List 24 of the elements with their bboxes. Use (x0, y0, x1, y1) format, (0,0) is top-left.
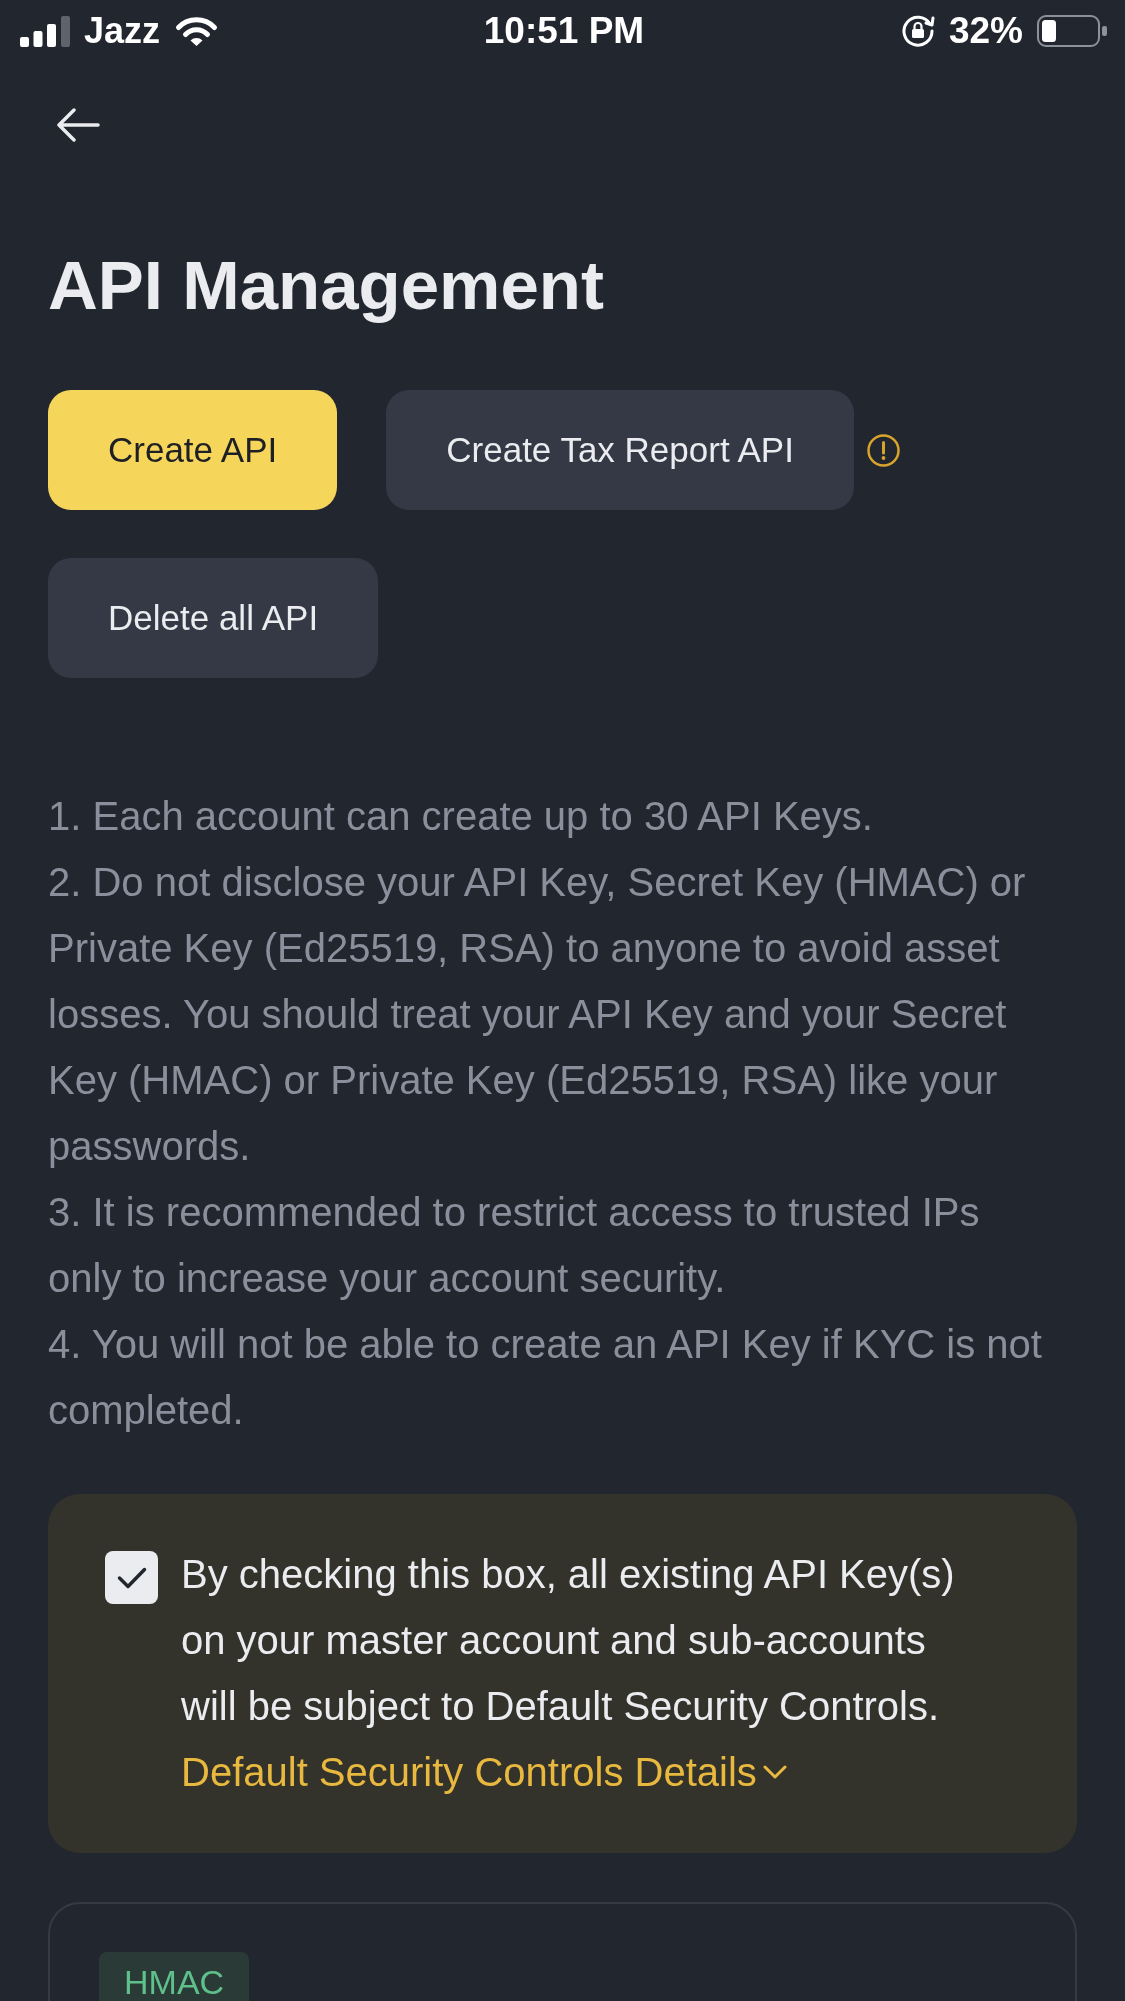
primary-button[interactable]: Create API (48, 390, 338, 510)
secondary-button[interactable]: Delete all API (48, 558, 379, 678)
note-text: 1. Each account can create up to 30 API Keys. (48, 793, 874, 840)
note-text: 3. It is recommended to restrict access to trusted IPs only to increase your account security. (48, 1189, 981, 1302)
back-arrow-icon (56, 108, 100, 142)
checkbox[interactable] (105, 1551, 158, 1604)
note-text: 2. Do not disclose your API Key, Secret Key (HMAC) or Private Key (Ed25519, RSA) to anyone to avoid asset losses. You should treat your API Key and your Secret Key (HMAC) or Private Key (Ed25519, RSA) like your passwords. (48, 859, 1027, 1170)
secondary-button[interactable]: Create Tax Report API (386, 390, 854, 510)
alert-circle-icon[interactable] (866, 433, 900, 467)
page-title: API Management (48, 246, 604, 326)
back-button[interactable] (56, 108, 100, 142)
rotation-lock-icon (900, 14, 935, 48)
chevron-down-icon (762, 1765, 787, 1779)
key-type-tag: HMAC (99, 1952, 250, 2001)
battery-icon (1037, 15, 1108, 47)
details-link[interactable]: Default Security Controls Details (181, 1739, 787, 1805)
wifi-icon (174, 15, 220, 47)
signal-icon (20, 15, 70, 47)
notice-text: By checking this box, all existing API Key(s) on your master account and sub-accounts will be subject to Default Security Controls. (181, 1551, 956, 1730)
carrier-name: Jazz (84, 10, 161, 52)
clock-time: 10:51 PM (483, 10, 645, 52)
battery-percentage: 32% (948, 10, 1023, 52)
checkmark-icon (116, 1566, 147, 1589)
note-text: 4. You will not be able to create an API Key if KYC is not completed. (48, 1321, 1043, 1434)
